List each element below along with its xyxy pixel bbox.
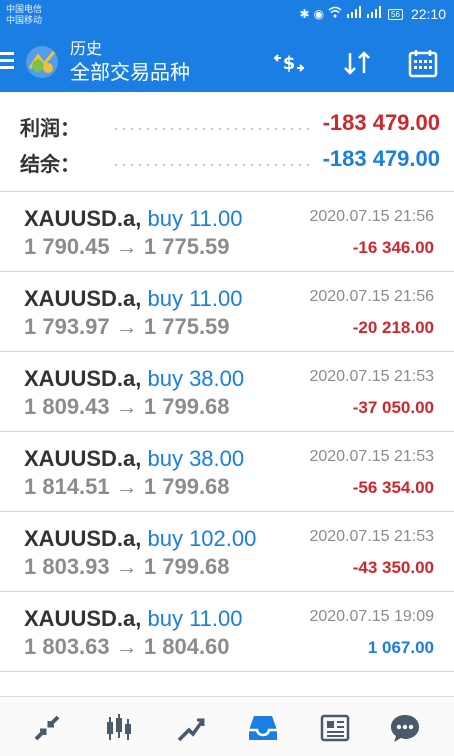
chart-icon[interactable] [102, 711, 136, 745]
open-price: 1 814.51 [24, 474, 110, 499]
app-bar: 历史 全部交易品种 $ [0, 34, 454, 92]
arrow-icon: → [115, 314, 138, 339]
trade-side-volume: buy 38.00 [147, 446, 245, 471]
trade-symbol: XAUUSD.a, [24, 206, 142, 231]
arrow-icon: → [115, 554, 138, 579]
trade-datetime: 2020.07.15 21:53 [309, 528, 434, 545]
status-bar: 中国电信 中国移动 ✱ ◉ 56 22:10 [0, 0, 454, 34]
quotes-icon[interactable] [30, 711, 64, 745]
trade-profit: -43 350.00 [352, 558, 434, 577]
page-title: 历史 全部交易品种 [70, 40, 190, 86]
subtitle-all-symbols[interactable]: 全部交易品种 [70, 60, 190, 86]
carrier-1: 中国电信 [6, 4, 43, 14]
metatrader-logo [24, 44, 60, 80]
open-price: 1 803.63 [24, 634, 110, 659]
trade-row[interactable]: XAUUSD.a, buy 102.00 1 803.93 → 1 799.68… [0, 512, 454, 592]
money-transfer-icon[interactable]: $ [272, 46, 306, 80]
calendar-icon[interactable] [406, 46, 440, 80]
clock: 22:10 [410, 6, 446, 22]
trade-side-volume: buy 102.00 [147, 526, 257, 551]
carrier-info: 中国电信 中国移动 [6, 4, 42, 26]
sort-icon[interactable] [340, 46, 374, 80]
open-price: 1 793.97 [24, 314, 110, 339]
close-price: 1 799.68 [143, 554, 230, 579]
svg-text:$: $ [283, 53, 296, 74]
bluetooth-icon: ✱ [299, 7, 310, 21]
trade-profit: -16 346.00 [352, 238, 434, 257]
close-price: 1 799.68 [143, 474, 230, 499]
trade-symbol: XAUUSD.a, [24, 286, 142, 311]
summary-panel: 利润： -183 479.00 结余： -183 479.00 [0, 92, 454, 192]
close-price: 1 775.59 [143, 234, 230, 259]
trade-symbol: XAUUSD.a, [24, 366, 142, 391]
trade-side-volume: buy 11.00 [147, 206, 243, 231]
profit-row: 利润： -183 479.00 [20, 108, 440, 142]
open-price: 1 803.93 [24, 554, 110, 579]
trade-profit: -20 218.00 [352, 318, 434, 337]
dotted-leader [112, 116, 312, 132]
news-icon[interactable] [318, 711, 352, 745]
profit-value: -183 479.00 [322, 110, 440, 135]
trade-profit: -37 050.00 [352, 398, 434, 417]
open-price: 1 809.43 [24, 394, 110, 419]
trade-side-volume: buy 38.00 [147, 366, 245, 391]
close-price: 1 799.68 [143, 394, 230, 419]
trade-datetime: 2020.07.15 19:09 [309, 608, 434, 625]
balance-value: -183 479.00 [322, 146, 440, 171]
trade-datetime: 2020.07.15 21:56 [309, 288, 434, 305]
title-history: 历史 [70, 41, 103, 58]
trade-side-volume: buy 11.00 [147, 606, 243, 631]
signal-icon-1 [346, 6, 362, 22]
trade-row[interactable]: XAUUSD.a, buy 38.00 1 809.43 → 1 799.68 … [0, 352, 454, 432]
arrow-icon: → [115, 234, 138, 259]
trade-profit: -56 354.00 [352, 478, 434, 497]
trade-symbol: XAUUSD.a, [24, 606, 142, 631]
profit-label: 利润： [20, 118, 80, 140]
trade-row[interactable]: XAUUSD.a, buy 11.00 1 793.97 → 1 775.59 … [0, 272, 454, 352]
trade-side-volume: buy 11.00 [147, 286, 243, 311]
battery-icon: 56 [388, 8, 403, 20]
trade-row[interactable]: XAUUSD.a, buy 11.00 1 803.63 → 1 804.60 … [0, 592, 454, 672]
trade-symbol: XAUUSD.a, [24, 446, 142, 471]
trade-list: XAUUSD.a, buy 11.00 1 790.45 → 1 775.59 … [0, 192, 454, 672]
balance-label: 结余： [20, 154, 80, 176]
trade-row[interactable]: XAUUSD.a, buy 11.00 1 790.45 → 1 775.59 … [0, 192, 454, 272]
dotted-leader [112, 152, 312, 168]
arrow-icon: → [115, 474, 138, 499]
carrier-2: 中国移动 [6, 15, 43, 25]
close-price: 1 804.60 [143, 634, 230, 659]
trade-datetime: 2020.07.15 21:53 [309, 448, 434, 465]
bottom-navigation [0, 696, 454, 756]
chat-icon[interactable] [388, 711, 422, 745]
arrow-icon: → [115, 394, 138, 419]
trade-datetime: 2020.07.15 21:56 [309, 208, 434, 225]
arrow-icon: → [115, 634, 138, 659]
close-price: 1 775.59 [143, 314, 230, 339]
menu-icon[interactable] [0, 52, 14, 70]
system-icons: ✱ ◉ 56 22:10 [299, 6, 446, 22]
wifi-icon [328, 6, 342, 22]
balance-row: 结余： -183 479.00 [20, 144, 440, 178]
trade-row[interactable]: XAUUSD.a, buy 38.00 1 814.51 → 1 799.68 … [0, 432, 454, 512]
trade-profit: 1 067.00 [367, 638, 434, 657]
eye-icon: ◉ [313, 7, 325, 21]
trade-symbol: XAUUSD.a, [24, 526, 142, 551]
history-icon[interactable] [246, 711, 280, 745]
trade-icon[interactable] [174, 711, 208, 745]
open-price: 1 790.45 [24, 234, 110, 259]
trade-datetime: 2020.07.15 21:53 [309, 368, 434, 385]
signal-icon-2 [366, 6, 382, 22]
